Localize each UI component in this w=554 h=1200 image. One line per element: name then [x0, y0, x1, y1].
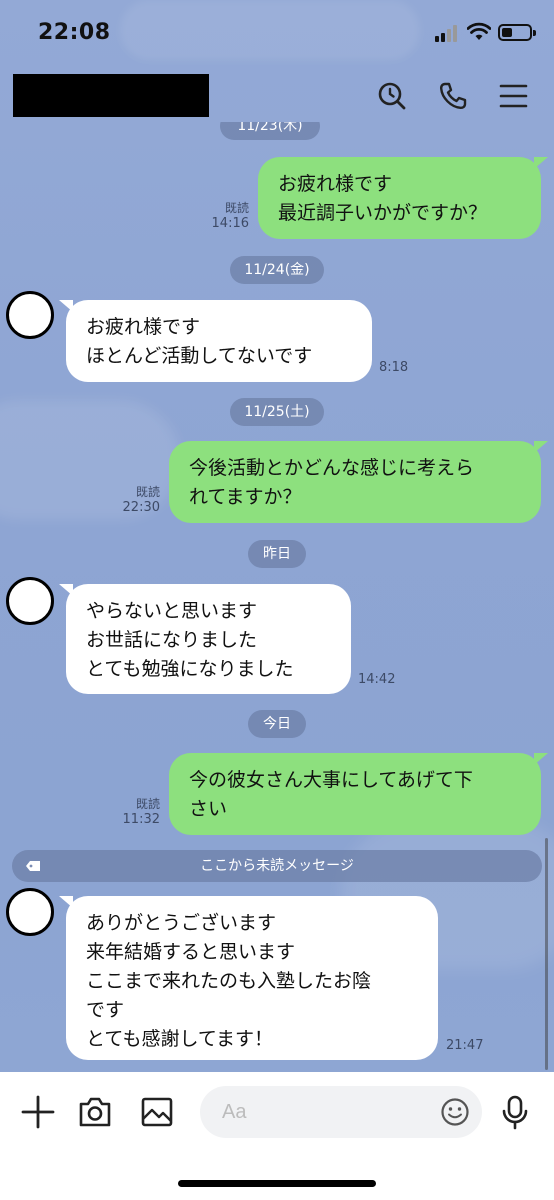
- read-receipt: 既読: [135, 485, 160, 499]
- message-time: 14:16: [211, 216, 249, 231]
- scrollbar[interactable]: [545, 838, 548, 1070]
- date-chip: 11/25(土): [230, 398, 324, 426]
- incoming-message[interactable]: やらないと思います お世話になりました とても勉強になりました: [59, 584, 351, 694]
- message-line: お世話になりました: [86, 629, 258, 651]
- image-icon[interactable]: [139, 1094, 175, 1130]
- message-input-bar: [0, 1072, 554, 1200]
- tag-icon: [26, 861, 40, 871]
- read-receipt: 既読: [224, 201, 249, 215]
- message-input-container[interactable]: [200, 1086, 482, 1138]
- outgoing-message[interactable]: 今後活動とかどんな感じに考えら れてますか？: [169, 441, 548, 523]
- message-line: ありがとうございます: [86, 912, 277, 934]
- menu-icon[interactable]: [498, 80, 530, 112]
- status-time: 22:08: [38, 20, 111, 45]
- message-meta: 既読 11:32: [116, 796, 160, 828]
- outgoing-message[interactable]: お疲れ様です 最近調子いかがですか？: [258, 157, 548, 239]
- message-time: 11:32: [122, 812, 160, 827]
- emoji-icon[interactable]: [440, 1097, 470, 1127]
- plus-icon[interactable]: [20, 1094, 56, 1130]
- message-line: 今後活動とかどんな感じに考えら: [189, 457, 475, 479]
- date-chip: 昨日: [248, 540, 306, 568]
- read-receipt: 既読: [135, 797, 160, 811]
- message-meta: 既読 14:16: [205, 200, 249, 232]
- message-line: とても感謝してます！: [86, 1028, 273, 1050]
- home-indicator: [178, 1180, 376, 1187]
- message-line: さい: [189, 798, 228, 820]
- unread-divider-label: ここから未読メッセージ: [200, 858, 354, 874]
- unread-divider: ここから未読メッセージ: [12, 850, 542, 882]
- avatar[interactable]: [6, 291, 54, 339]
- chat-screen: 22:08 11/23(木) 既読 14:16 お疲れ様です 最近調子いかがです…: [0, 0, 554, 1200]
- avatar[interactable]: [6, 577, 54, 625]
- avatar[interactable]: [6, 888, 54, 936]
- message-time: 22:30: [122, 500, 160, 515]
- chat-header: [0, 64, 554, 124]
- message-line: です: [86, 999, 125, 1021]
- message-time: 8:18: [379, 360, 409, 375]
- message-line: とても勉強になりました: [86, 658, 294, 680]
- wifi-icon: [467, 22, 491, 40]
- message-line: ほとんど活動してないです: [86, 345, 313, 367]
- microphone-icon[interactable]: [497, 1094, 533, 1130]
- message-line: 最近調子いかがですか？: [278, 202, 488, 224]
- message-line: お疲れ様です: [86, 316, 201, 338]
- message-time: 21:47: [446, 1038, 484, 1053]
- battery-icon: [498, 24, 536, 41]
- message-line: ここまで来れたのも入塾したお陰: [86, 970, 372, 992]
- message-line: 今の彼女さん大事にしてあげて下: [189, 769, 473, 791]
- incoming-message[interactable]: お疲れ様です ほとんど活動してないです: [59, 300, 372, 382]
- phone-icon[interactable]: [437, 80, 469, 112]
- redacted-contact-name: [13, 74, 209, 117]
- message-line: お疲れ様です: [278, 173, 393, 195]
- date-chip: 今日: [248, 710, 306, 738]
- message-time: 14:42: [358, 672, 396, 687]
- status-bar: 22:08: [0, 0, 554, 64]
- camera-icon[interactable]: [77, 1094, 113, 1130]
- message-input[interactable]: [222, 1098, 422, 1126]
- message-line: やらないと思います: [86, 600, 258, 622]
- message-line: 来年結婚すると思います: [86, 941, 296, 963]
- outgoing-message[interactable]: 今の彼女さん大事にしてあげて下 さい: [169, 753, 548, 835]
- date-chip: 11/24(金): [230, 256, 324, 284]
- message-meta: 既読 22:30: [116, 484, 160, 516]
- incoming-message[interactable]: ありがとうございます 来年結婚すると思います ここまで来れたのも入塾したお陰 で…: [59, 896, 438, 1060]
- message-line: れてますか？: [189, 486, 302, 508]
- cellular-signal-icon: [435, 24, 461, 42]
- search-icon[interactable]: [376, 80, 408, 112]
